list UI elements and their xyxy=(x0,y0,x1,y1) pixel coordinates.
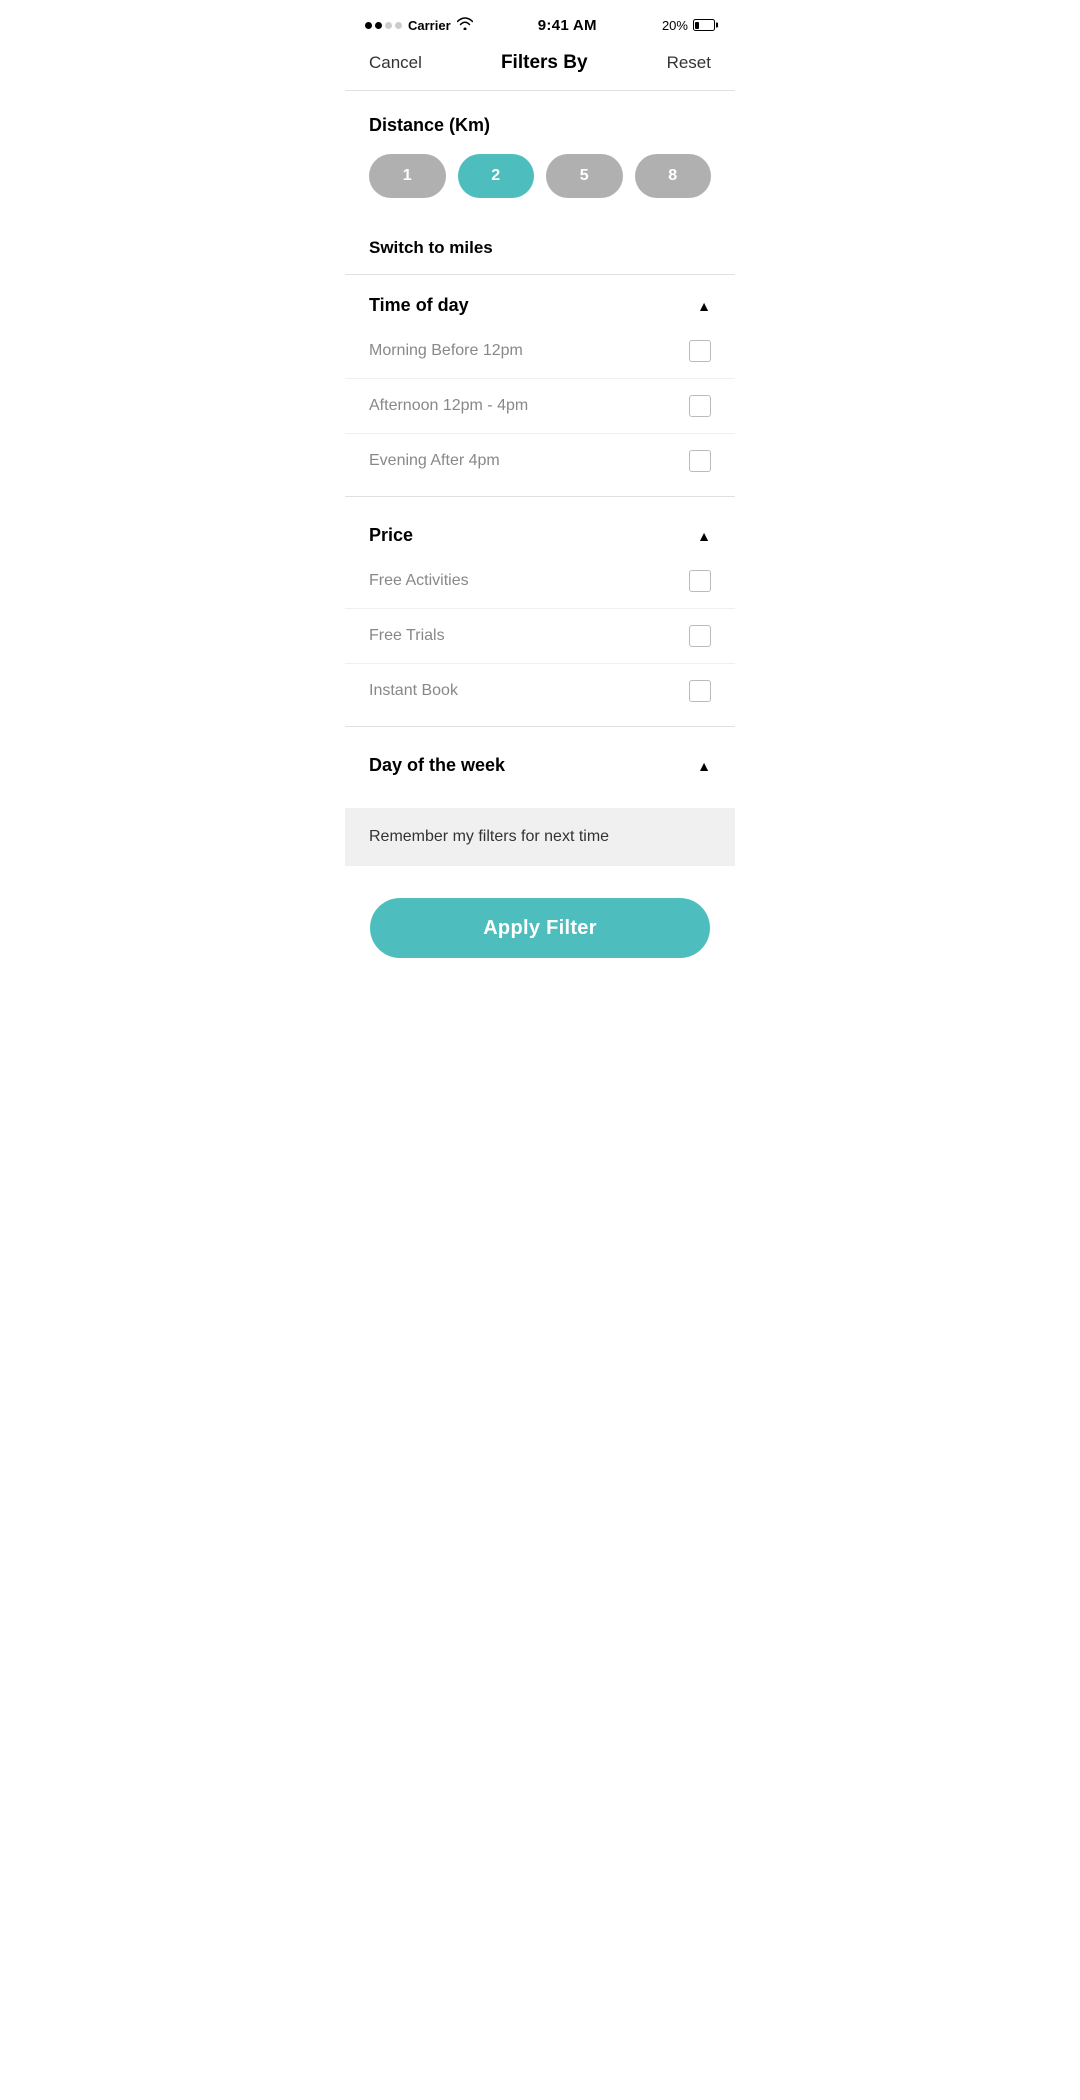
price-instant-book-item[interactable]: Instant Book xyxy=(345,664,735,718)
apply-filter-container: Apply Filter xyxy=(345,866,735,998)
cancel-button[interactable]: Cancel xyxy=(369,53,422,73)
signal-dot-3 xyxy=(385,22,392,29)
price-header: Price ▲ xyxy=(345,505,735,546)
carrier-label: Carrier xyxy=(408,18,451,33)
time-morning-checkbox[interactable] xyxy=(689,340,711,362)
signal-dot-2 xyxy=(375,22,382,29)
price-chevron-icon[interactable]: ▲ xyxy=(697,528,711,544)
distance-pill-1[interactable]: 1 xyxy=(369,154,446,198)
reset-button[interactable]: Reset xyxy=(667,53,711,73)
price-list: Free Activities Free Trials Instant Book xyxy=(345,546,735,726)
remember-filters-bar: Remember my filters for next time xyxy=(345,808,735,866)
time-of-day-header: Time of day ▲ xyxy=(345,275,735,316)
time-afternoon-label: Afternoon 12pm - 4pm xyxy=(369,397,528,415)
switch-to-miles[interactable]: Switch to miles xyxy=(345,222,735,275)
price-free-activities-item[interactable]: Free Activities xyxy=(345,554,735,609)
price-free-activities-checkbox[interactable] xyxy=(689,570,711,592)
time-afternoon-item[interactable]: Afternoon 12pm - 4pm xyxy=(345,379,735,434)
price-title: Price xyxy=(369,525,413,546)
time-of-day-title: Time of day xyxy=(369,295,469,316)
price-day-divider xyxy=(345,726,735,727)
signal-dots xyxy=(365,22,402,29)
distance-pill-2[interactable]: 2 xyxy=(458,154,535,198)
status-time: 9:41 AM xyxy=(538,17,597,34)
status-bar: Carrier 9:41 AM 20% xyxy=(345,0,735,44)
nav-bar: Cancel Filters By Reset xyxy=(345,44,735,90)
time-afternoon-checkbox[interactable] xyxy=(689,395,711,417)
time-morning-label: Morning Before 12pm xyxy=(369,342,523,360)
time-evening-label: Evening After 4pm xyxy=(369,452,500,470)
time-evening-checkbox[interactable] xyxy=(689,450,711,472)
time-morning-item[interactable]: Morning Before 12pm xyxy=(345,324,735,379)
signal-dot-1 xyxy=(365,22,372,29)
signal-dot-4 xyxy=(395,22,402,29)
time-price-divider xyxy=(345,496,735,497)
price-free-trials-checkbox[interactable] xyxy=(689,625,711,647)
time-of-day-chevron-icon[interactable]: ▲ xyxy=(697,298,711,314)
battery-percent: 20% xyxy=(662,18,688,33)
distance-pill-5[interactable]: 5 xyxy=(546,154,623,198)
day-of-week-chevron-icon[interactable]: ▲ xyxy=(697,758,711,774)
page-title: Filters By xyxy=(501,52,588,74)
distance-title: Distance (Km) xyxy=(369,115,711,136)
status-left: Carrier xyxy=(365,17,473,33)
price-instant-book-checkbox[interactable] xyxy=(689,680,711,702)
price-free-trials-label: Free Trials xyxy=(369,627,445,645)
time-evening-item[interactable]: Evening After 4pm xyxy=(345,434,735,488)
time-of-day-list: Morning Before 12pm Afternoon 12pm - 4pm… xyxy=(345,316,735,496)
day-of-week-title: Day of the week xyxy=(369,755,505,776)
battery-icon xyxy=(693,19,715,31)
day-of-week-header: Day of the week ▲ xyxy=(345,735,735,792)
status-right: 20% xyxy=(662,18,715,33)
distance-section: Distance (Km) 1 2 5 8 xyxy=(345,91,735,198)
price-instant-book-label: Instant Book xyxy=(369,682,458,700)
apply-filter-button[interactable]: Apply Filter xyxy=(370,898,710,958)
distance-pills: 1 2 5 8 xyxy=(369,154,711,198)
distance-pill-8[interactable]: 8 xyxy=(635,154,712,198)
wifi-icon xyxy=(457,17,473,33)
price-free-activities-label: Free Activities xyxy=(369,572,469,590)
price-free-trials-item[interactable]: Free Trials xyxy=(345,609,735,664)
